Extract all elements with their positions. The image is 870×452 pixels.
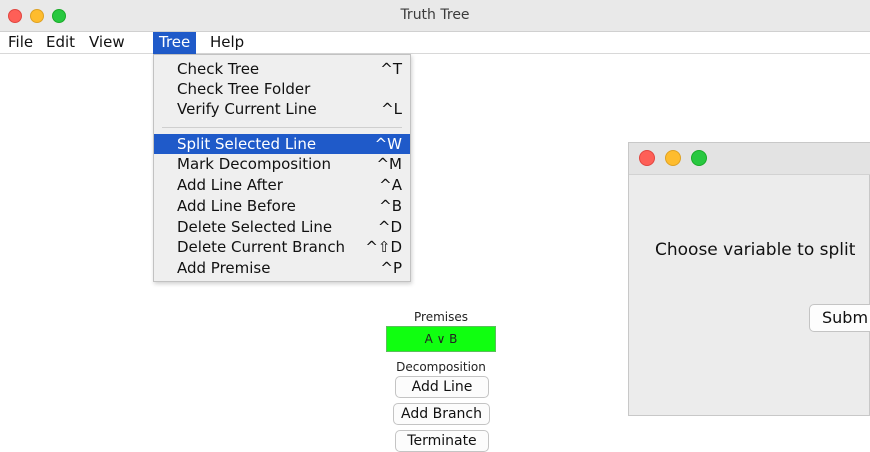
premise-line-field[interactable]: A ∨ B	[386, 326, 496, 352]
menu-item-add-line-after[interactable]: Add Line After ^A	[154, 175, 410, 195]
menu-item-label: Verify Current Line	[177, 100, 317, 118]
menu-item-label: Check Tree	[177, 60, 260, 78]
menu-item-shortcut: ^D	[377, 218, 402, 236]
menu-item-label: Check Tree Folder	[177, 80, 311, 98]
menu-item-label: Add Line Before	[177, 197, 296, 215]
dialog-title-bar	[629, 143, 870, 175]
menu-item-label: Delete Selected Line	[177, 218, 333, 236]
dialog-maximize-button[interactable]	[691, 150, 707, 166]
menu-item-shortcut: ^⇧D	[365, 238, 402, 256]
menu-tree[interactable]: Tree	[153, 32, 197, 54]
menu-item-verify-current-line[interactable]: Verify Current Line ^L	[154, 99, 410, 119]
menu-item-add-premise[interactable]: Add Premise ^P	[154, 258, 410, 278]
menu-separator	[162, 127, 402, 128]
decomposition-label: Decomposition	[396, 360, 486, 374]
menu-item-split-selected-line[interactable]: Split Selected Line ^W	[154, 134, 410, 154]
terminate-button[interactable]: Terminate	[395, 430, 489, 452]
menu-item-label: Split Selected Line	[177, 135, 317, 153]
menu-view[interactable]: View	[83, 32, 131, 54]
menu-item-shortcut: ^B	[379, 197, 402, 215]
dialog-prompt: Choose variable to split	[655, 240, 856, 260]
menu-help[interactable]: Help	[204, 32, 250, 54]
menu-item-shortcut: ^M	[376, 155, 402, 173]
menu-item-shortcut: ^T	[380, 60, 402, 78]
menu-item-delete-current-branch[interactable]: Delete Current Branch ^⇧D	[154, 237, 410, 257]
tree-menu-dropdown: Check Tree ^T Check Tree Folder Verify C…	[153, 54, 411, 282]
menu-item-mark-decomposition[interactable]: Mark Decomposition ^M	[154, 154, 410, 174]
menu-item-check-tree-folder[interactable]: Check Tree Folder	[154, 79, 410, 99]
dialog-minimize-button[interactable]	[665, 150, 681, 166]
dialog-close-button[interactable]	[639, 150, 655, 166]
add-line-button[interactable]: Add Line	[395, 376, 489, 398]
menu-item-delete-selected-line[interactable]: Delete Selected Line ^D	[154, 217, 410, 237]
menu-item-add-line-before[interactable]: Add Line Before ^B	[154, 196, 410, 216]
window-title: Truth Tree	[400, 7, 470, 23]
menu-item-label: Add Premise	[177, 259, 271, 277]
title-bar: Truth Tree	[0, 0, 870, 32]
menu-item-shortcut: ^W	[374, 135, 402, 153]
split-variable-dialog: Choose variable to split Subm	[628, 142, 870, 416]
add-branch-button[interactable]: Add Branch	[393, 403, 490, 425]
submit-button[interactable]: Subm	[809, 304, 870, 332]
menu-bar: File Edit View Tree Help	[0, 32, 870, 54]
premises-label: Premises	[414, 310, 468, 324]
menu-item-check-tree[interactable]: Check Tree ^T	[154, 59, 410, 79]
menu-item-label: Add Line After	[177, 176, 283, 194]
menu-item-shortcut: ^P	[380, 259, 402, 277]
menu-item-shortcut: ^A	[379, 176, 402, 194]
menu-item-label: Delete Current Branch	[177, 238, 346, 256]
menu-item-label: Mark Decomposition	[177, 155, 331, 173]
menu-item-shortcut: ^L	[381, 100, 402, 118]
menu-file[interactable]: File	[2, 32, 39, 54]
menu-edit[interactable]: Edit	[40, 32, 81, 54]
